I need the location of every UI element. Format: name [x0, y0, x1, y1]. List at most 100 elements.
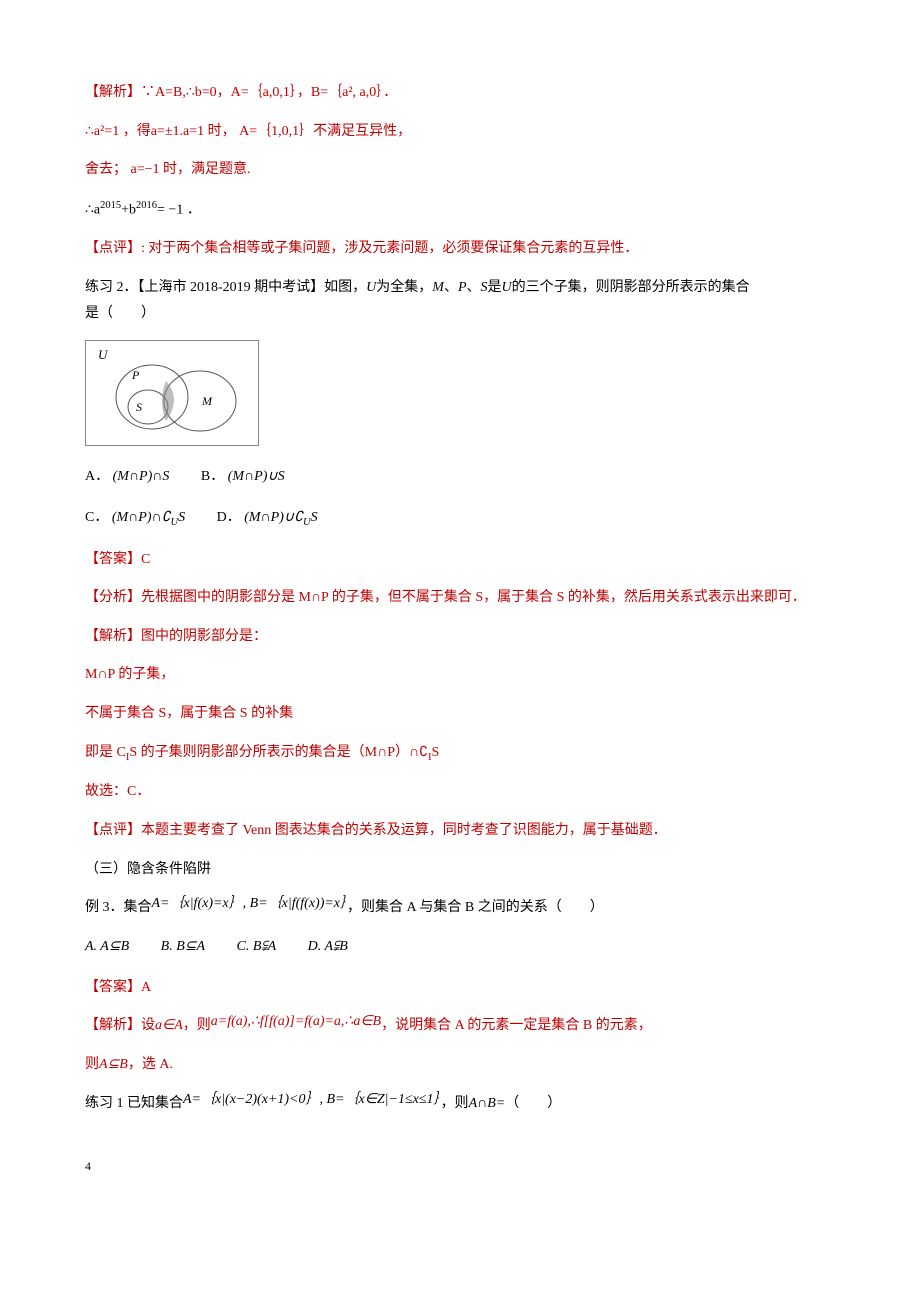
para-15: （三）隐含条件陷阱	[85, 857, 830, 884]
option-D-label: D．	[217, 510, 241, 525]
text-p4-suffix: = −1 ．	[157, 202, 201, 217]
options-row-2: C． (M∩P)∩∁US D． (M∩P)∪∁US	[85, 505, 830, 533]
text-p20a: 练习 1 已知集合	[85, 1096, 183, 1111]
venn-label-M: M	[201, 394, 213, 408]
text-p13: 故选：C．	[85, 784, 150, 799]
math-U2: U	[502, 280, 512, 295]
option-C-expr-b: U	[171, 517, 179, 528]
math-p20-expr: A=｛x|(x−2)(x+1)<0｝, B=｛x∈Z|−1≤x≤1｝	[183, 1092, 441, 1107]
math-p16-expr: A=｛x|f(x)=x｝, B=｛x|f(f(x))=x｝	[152, 896, 348, 911]
para-20: 练习 1 已知集合A=｛x|(x−2)(x+1)<0｝, B=｛x∈Z|−1≤x…	[85, 1091, 830, 1118]
text-p6a: 练习 2．【上海市 2018-2019 期中考试】如图，	[85, 280, 366, 295]
text-p4-mid: +b	[121, 202, 136, 217]
option-B-label: B．	[201, 469, 224, 484]
option-B: B． (M∩P)∪S	[201, 464, 285, 491]
text-p16a: 例 3．集合	[85, 900, 152, 915]
venn-label-P: P	[131, 368, 140, 382]
para-13: 故选：C．	[85, 779, 830, 806]
option-C-label: C．	[85, 510, 108, 525]
text-p12e: S	[432, 745, 440, 760]
text-p6d: 、	[467, 280, 481, 295]
venn-diagram: U P S M	[85, 340, 259, 446]
option3-B: B. B⊆A	[161, 934, 205, 961]
text-p18a: 【解析】设	[85, 1018, 155, 1033]
text-p6e: 是	[488, 280, 502, 295]
venn-set-M	[164, 371, 236, 431]
option3-A: A. A⊆B	[85, 934, 129, 961]
math-p20c: A∩B=	[469, 1096, 506, 1111]
text-p9: 【解析】图中的阴影部分是：	[85, 629, 267, 644]
math-M: M	[432, 280, 444, 295]
venn-shaded-region	[162, 381, 174, 421]
option-D-expr-b: U	[303, 517, 311, 528]
option3-D: D. A⫋B	[308, 934, 348, 961]
text-p7: 【答案】C	[85, 552, 150, 567]
text-p6c: 、	[444, 280, 458, 295]
text-p6g: 是（ ）	[85, 306, 155, 321]
venn-set-S	[128, 390, 168, 424]
text-p4-sup1: 2015	[100, 200, 121, 211]
para-18: 【解析】设a∈A，则a=f(a),∴f[f(a)]=f(a)=a,∴a∈B，说明…	[85, 1013, 830, 1040]
text-p12a: 即是 C	[85, 745, 126, 760]
para-16: 例 3．集合A=｛x|f(x)=x｝, B=｛x|f(f(x))=x｝，则集合 …	[85, 895, 830, 922]
para-10: M∩P 的子集，	[85, 662, 830, 689]
para-19: 则A⊆B，选 A.	[85, 1052, 830, 1079]
para-4: ∴a2015+b2016= −1 ．	[85, 196, 830, 224]
text-p12c: S 的子集则阴影部分所表示的集合是（M∩P）∩∁	[129, 745, 428, 760]
page-number: 4	[85, 1155, 830, 1178]
para-6: 练习 2．【上海市 2018-2019 期中考试】如图，U为全集，M、P、S是U…	[85, 275, 830, 328]
venn-label-U: U	[98, 347, 109, 362]
text-p1: 【解析】∵A=B,∴b=0，A=｛a,0,1｝，B=｛a², a,0｝．	[85, 85, 397, 100]
math-U: U	[366, 280, 376, 295]
option-C: C． (M∩P)∩∁US	[85, 505, 185, 533]
para-9: 【解析】图中的阴影部分是：	[85, 624, 830, 651]
text-p18d: a=f(a),∴f[f(a)]=f(a)=a,∴a∈B	[211, 1014, 381, 1029]
para-11: 不属于集合 S，属于集合 S 的补集	[85, 701, 830, 728]
text-p11: 不属于集合 S，属于集合 S 的补集	[85, 706, 293, 721]
option-A-expr: (M∩P)∩S	[113, 469, 170, 484]
math-P: P	[458, 280, 467, 295]
text-p18b: a∈A	[155, 1018, 183, 1033]
venn-set-P	[116, 365, 188, 429]
math-S: S	[481, 280, 488, 295]
text-p10: M∩P 的子集，	[85, 667, 174, 682]
para-2: ∴a²=1 ，得a=±1.a=1 时， A=｛1,0,1｝不满足互异性，	[85, 119, 830, 146]
option-D-expr-a: (M∩P)∪∁	[244, 510, 303, 525]
venn-label-S: S	[136, 400, 142, 414]
para-12: 即是 CIS 的子集则阴影部分所表示的集合是（M∩P）∩∁IS	[85, 740, 830, 768]
text-p4-sup2: 2016	[136, 200, 157, 211]
option-A-label: A．	[85, 469, 109, 484]
para-7: 【答案】C	[85, 547, 830, 574]
text-p4-prefix: ∴a	[85, 202, 100, 217]
option-A: A． (M∩P)∩S	[85, 464, 169, 491]
text-p6f: 的三个子集，则阴影部分所表示的集合	[512, 280, 750, 295]
options-row-3: A. A⊆B B. B⊆A C. B⫋A D. A⫋B	[85, 934, 830, 961]
para-1: 【解析】∵A=B,∴b=0，A=｛a,0,1｝，B=｛a², a,0｝．	[85, 80, 830, 107]
text-p19b: A⊆B	[99, 1057, 128, 1072]
option-D-expr-c: S	[311, 510, 318, 525]
option-C-expr-c: S	[178, 510, 185, 525]
options-row-1: A． (M∩P)∩S B． (M∩P)∪S	[85, 464, 830, 491]
text-p16b: ，则集合 A 与集合 B 之间的关系（ ）	[347, 900, 604, 915]
text-p18c: ，则	[183, 1018, 211, 1033]
text-p19a: 则	[85, 1057, 99, 1072]
para-3: 舍去； a=−1 时，满足题意.	[85, 157, 830, 184]
option-C-expr-a: (M∩P)∩∁	[112, 510, 171, 525]
para-8: 【分析】先根据图中的阴影部分是 M∩P 的子集，但不属于集合 S，属于集合 S …	[85, 585, 830, 612]
text-p20b: ，则	[441, 1096, 469, 1111]
text-p5: 【点评】: 对于两个集合相等或子集问题，涉及元素问题，必须要保证集合元素的互异性…	[85, 241, 638, 256]
text-p3: 舍去； a=−1 时，满足题意.	[85, 162, 251, 177]
text-p14: 【点评】本题主要考查了 Venn 图表达集合的关系及运算，同时考查了识图能力，属…	[85, 823, 667, 838]
option-B-expr: (M∩P)∪S	[228, 469, 285, 484]
para-14: 【点评】本题主要考查了 Venn 图表达集合的关系及运算，同时考查了识图能力，属…	[85, 818, 830, 845]
text-p2: ∴a²=1 ，得a=±1.a=1 时， A=｛1,0,1｝不满足互异性，	[85, 124, 411, 139]
text-p6b: 为全集，	[376, 280, 432, 295]
text-p20d: （ ）	[505, 1096, 561, 1111]
text-p17: 【答案】A	[85, 980, 151, 995]
para-5: 【点评】: 对于两个集合相等或子集问题，涉及元素问题，必须要保证集合元素的互异性…	[85, 236, 830, 263]
option-D: D． (M∩P)∪∁US	[217, 505, 318, 533]
text-p15: （三）隐含条件陷阱	[85, 862, 211, 877]
text-p18e: ，说明集合 A 的元素一定是集合 B 的元素，	[381, 1018, 652, 1033]
para-17: 【答案】A	[85, 975, 830, 1002]
venn-svg: U P S M	[86, 341, 258, 445]
